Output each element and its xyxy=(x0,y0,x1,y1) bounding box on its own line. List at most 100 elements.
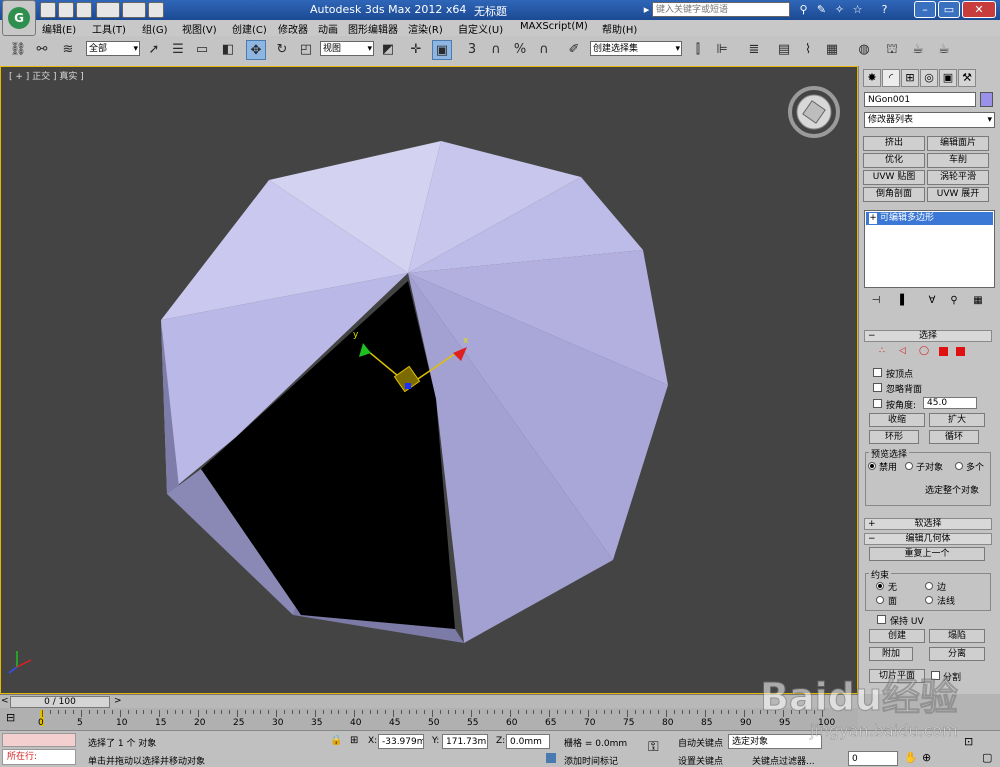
modifier-stack[interactable]: 可编辑多边形 xyxy=(864,210,995,288)
restore-button[interactable]: ▭ xyxy=(938,1,960,18)
loop-button[interactable]: 循环 xyxy=(929,430,979,444)
utilities-tab-icon[interactable]: ⚒ xyxy=(958,69,976,87)
save-file-icon[interactable] xyxy=(76,2,92,18)
preview-off-radio[interactable] xyxy=(868,462,876,470)
angle-value-input[interactable]: 45.0 xyxy=(923,397,977,409)
track-bar[interactable]: ⊟ 0 5 10 15 20 25 30 35 40 45 50 55 60 65 70 75 80 85 90 95… xyxy=(0,708,858,730)
grow-button[interactable]: 扩大 xyxy=(929,413,985,427)
pivot-center-icon[interactable]: ◩ xyxy=(378,40,398,60)
undo-icon[interactable] xyxy=(96,2,120,18)
modifier-list-dropdown[interactable]: 修改器列表 xyxy=(864,112,995,128)
rendered-frame-icon[interactable]: ☕ xyxy=(908,40,928,60)
constraint-normal-radio[interactable] xyxy=(925,596,933,604)
binoculars-icon[interactable]: ⚲ xyxy=(797,3,810,16)
hierarchy-tab-icon[interactable]: ⊞ xyxy=(901,69,919,87)
maxscript-line-label[interactable]: 所在行: xyxy=(2,749,76,765)
bevel-profile-modifier-button[interactable]: 倒角剖面 xyxy=(863,187,925,202)
rectangular-selection-icon[interactable]: ▭ xyxy=(192,40,212,60)
preview-multi-radio[interactable] xyxy=(955,462,963,470)
redo-icon[interactable] xyxy=(122,2,146,18)
time-next-icon[interactable]: > xyxy=(114,696,122,706)
configure-sets-icon[interactable]: ▦ xyxy=(971,294,985,308)
bind-spacewarp-icon[interactable]: ≋ xyxy=(58,40,78,60)
menu-group[interactable]: 组(G) xyxy=(142,21,168,36)
by-angle-checkbox[interactable] xyxy=(873,399,882,408)
show-end-result-icon[interactable]: ▌ xyxy=(897,294,911,308)
ring-button[interactable]: 环形 xyxy=(869,430,919,444)
keyboard-shortcut-toggle-icon[interactable]: ▣ xyxy=(432,40,452,60)
time-slider-handle[interactable]: 0 / 100 xyxy=(10,696,110,708)
edit-geometry-rollout-header[interactable]: − 编辑几何体 xyxy=(864,533,992,545)
link-icon[interactable]: ⛓ xyxy=(8,40,28,60)
align-icon[interactable]: ⊫ xyxy=(712,40,732,60)
make-unique-icon[interactable]: ∀ xyxy=(925,294,939,308)
stack-item-editable-poly[interactable]: 可编辑多边形 xyxy=(866,212,993,225)
select-manipulate-icon[interactable]: ✛ xyxy=(406,40,426,60)
ngon-object[interactable]: y x xyxy=(1,67,857,693)
curve-editor-icon[interactable]: ⌇ xyxy=(798,40,818,60)
set-key-button[interactable]: 设置关键点 xyxy=(678,754,723,767)
quick-access-dropdown-icon[interactable] xyxy=(148,2,164,18)
x-coordinate-field[interactable]: -33.979mm xyxy=(378,734,424,749)
constraint-edge-radio[interactable] xyxy=(925,582,933,590)
border-mode-icon[interactable]: ◯ xyxy=(919,346,929,356)
lathe-modifier-button[interactable]: 车削 xyxy=(927,153,989,168)
remove-modifier-icon[interactable]: ⚲ xyxy=(947,294,961,308)
shrink-button[interactable]: 收缩 xyxy=(869,413,925,427)
menu-rendering[interactable]: 渲染(R) xyxy=(408,21,443,36)
absolute-mode-icon[interactable]: ⊞ xyxy=(350,735,358,746)
repeat-last-button[interactable]: 重复上一个 xyxy=(869,547,985,561)
object-color-swatch[interactable] xyxy=(980,92,993,107)
pin-stack-icon[interactable]: ⊣ xyxy=(869,294,883,308)
mini-curve-editor-icon[interactable]: ⊟ xyxy=(6,711,24,725)
mirror-icon[interactable]: ⫿ xyxy=(688,40,708,60)
menu-help[interactable]: 帮助(H) xyxy=(602,21,637,36)
extrude-modifier-button[interactable]: 挤出 xyxy=(863,136,925,151)
3ds-max-logo-icon[interactable]: G xyxy=(2,0,36,36)
y-coordinate-field[interactable]: 171.73mm xyxy=(442,734,488,749)
uvw-map-modifier-button[interactable]: UVW 贴图 xyxy=(863,170,925,185)
percent-snap-icon[interactable]: % xyxy=(510,40,530,60)
edge-mode-icon[interactable]: ◁ xyxy=(899,346,906,356)
constraint-none-radio[interactable] xyxy=(876,582,884,590)
preserve-uv-checkbox[interactable] xyxy=(877,615,886,624)
schematic-view-icon[interactable]: ▦ xyxy=(822,40,842,60)
collapse-button[interactable]: 塌陷 xyxy=(929,629,985,643)
close-button[interactable]: ✕ xyxy=(962,1,996,18)
soft-selection-rollout-header[interactable]: + 软选择 xyxy=(864,518,992,530)
unlink-icon[interactable]: ⚯ xyxy=(32,40,52,60)
create-tab-icon[interactable]: ✸ xyxy=(863,69,881,87)
edit-named-selection-icon[interactable]: ✐ xyxy=(564,40,584,60)
motion-tab-icon[interactable]: ◎ xyxy=(920,69,938,87)
select-object-icon[interactable]: ➚ xyxy=(144,40,164,60)
element-mode-icon[interactable] xyxy=(956,347,965,356)
maxscript-listener[interactable] xyxy=(2,733,76,747)
star-icon[interactable]: ☆ xyxy=(851,3,864,16)
exchange-icon[interactable]: ✧ xyxy=(833,3,846,16)
angle-snap-icon[interactable]: ∩ xyxy=(486,40,506,60)
edit-patch-modifier-button[interactable]: 编辑面片 xyxy=(927,136,989,151)
search-input[interactable]: 键入关键字或短语 xyxy=(652,2,790,17)
select-by-name-icon[interactable]: ☰ xyxy=(168,40,188,60)
object-name-field[interactable]: NGon001 xyxy=(864,92,976,107)
select-and-rotate-icon[interactable]: ↻ xyxy=(272,40,292,60)
selection-rollout-header[interactable]: − 选择 xyxy=(864,330,992,342)
z-coordinate-field[interactable]: 0.0mm xyxy=(506,734,550,749)
lock-selection-icon[interactable]: 🔒 xyxy=(330,735,342,746)
menu-tools[interactable]: 工具(T) xyxy=(92,21,126,36)
new-file-icon[interactable] xyxy=(40,2,56,18)
polygon-mode-icon[interactable] xyxy=(939,347,948,356)
render-production-icon[interactable]: ☕ xyxy=(934,40,954,60)
viewcube-icon[interactable] xyxy=(787,85,841,139)
unwrap-uvw-modifier-button[interactable]: UVW 展开 xyxy=(927,187,989,202)
by-vertex-checkbox[interactable] xyxy=(873,368,882,377)
menu-views[interactable]: 视图(V) xyxy=(182,21,217,36)
minimize-button[interactable]: – xyxy=(914,1,936,18)
window-crossing-icon[interactable]: ◧ xyxy=(218,40,238,60)
preview-subobject-radio[interactable] xyxy=(905,462,913,470)
layer-manager-icon[interactable]: ≣ xyxy=(744,40,764,60)
menu-modifiers[interactable]: 修改器 xyxy=(278,21,308,36)
help-icon[interactable]: ? xyxy=(878,3,891,16)
material-editor-icon[interactable]: ◍ xyxy=(854,40,874,60)
graphite-toolbar-icon[interactable]: ▤ xyxy=(774,40,794,60)
